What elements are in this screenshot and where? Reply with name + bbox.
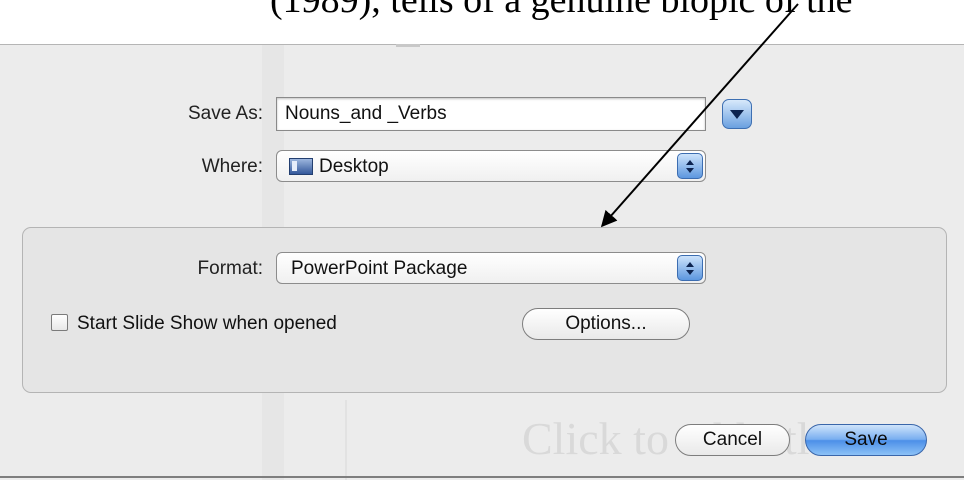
- annotation-arrow: [600, 3, 799, 228]
- arrow-line: [600, 3, 799, 228]
